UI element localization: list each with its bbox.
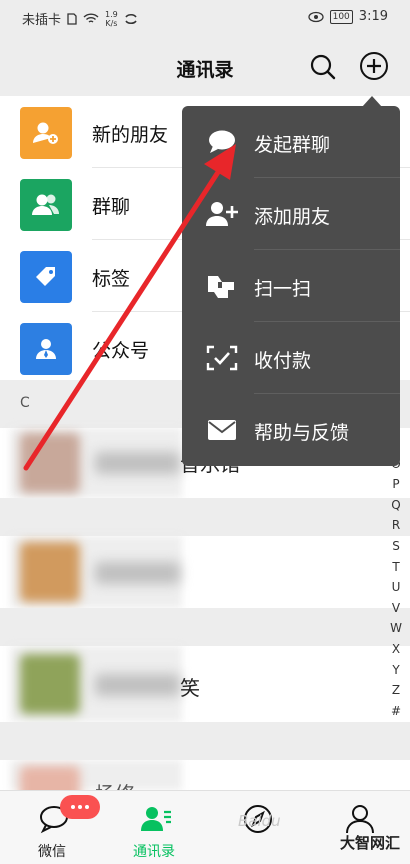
unread-badge (60, 795, 100, 819)
tab-contacts[interactable]: 通讯录 (104, 791, 204, 864)
contacts-icon (141, 807, 171, 831)
annotation-arrow (23, 144, 236, 471)
tab-label: 微信 (38, 844, 66, 860)
watermark-brand: 大智网汇 (340, 834, 401, 852)
watermark-baidu: Baidu (238, 812, 281, 830)
me-icon (346, 805, 374, 834)
tab-chats[interactable]: 微信 (2, 791, 102, 864)
tab-me[interactable] (308, 791, 408, 864)
tab-label: 通讯录 (133, 844, 175, 860)
